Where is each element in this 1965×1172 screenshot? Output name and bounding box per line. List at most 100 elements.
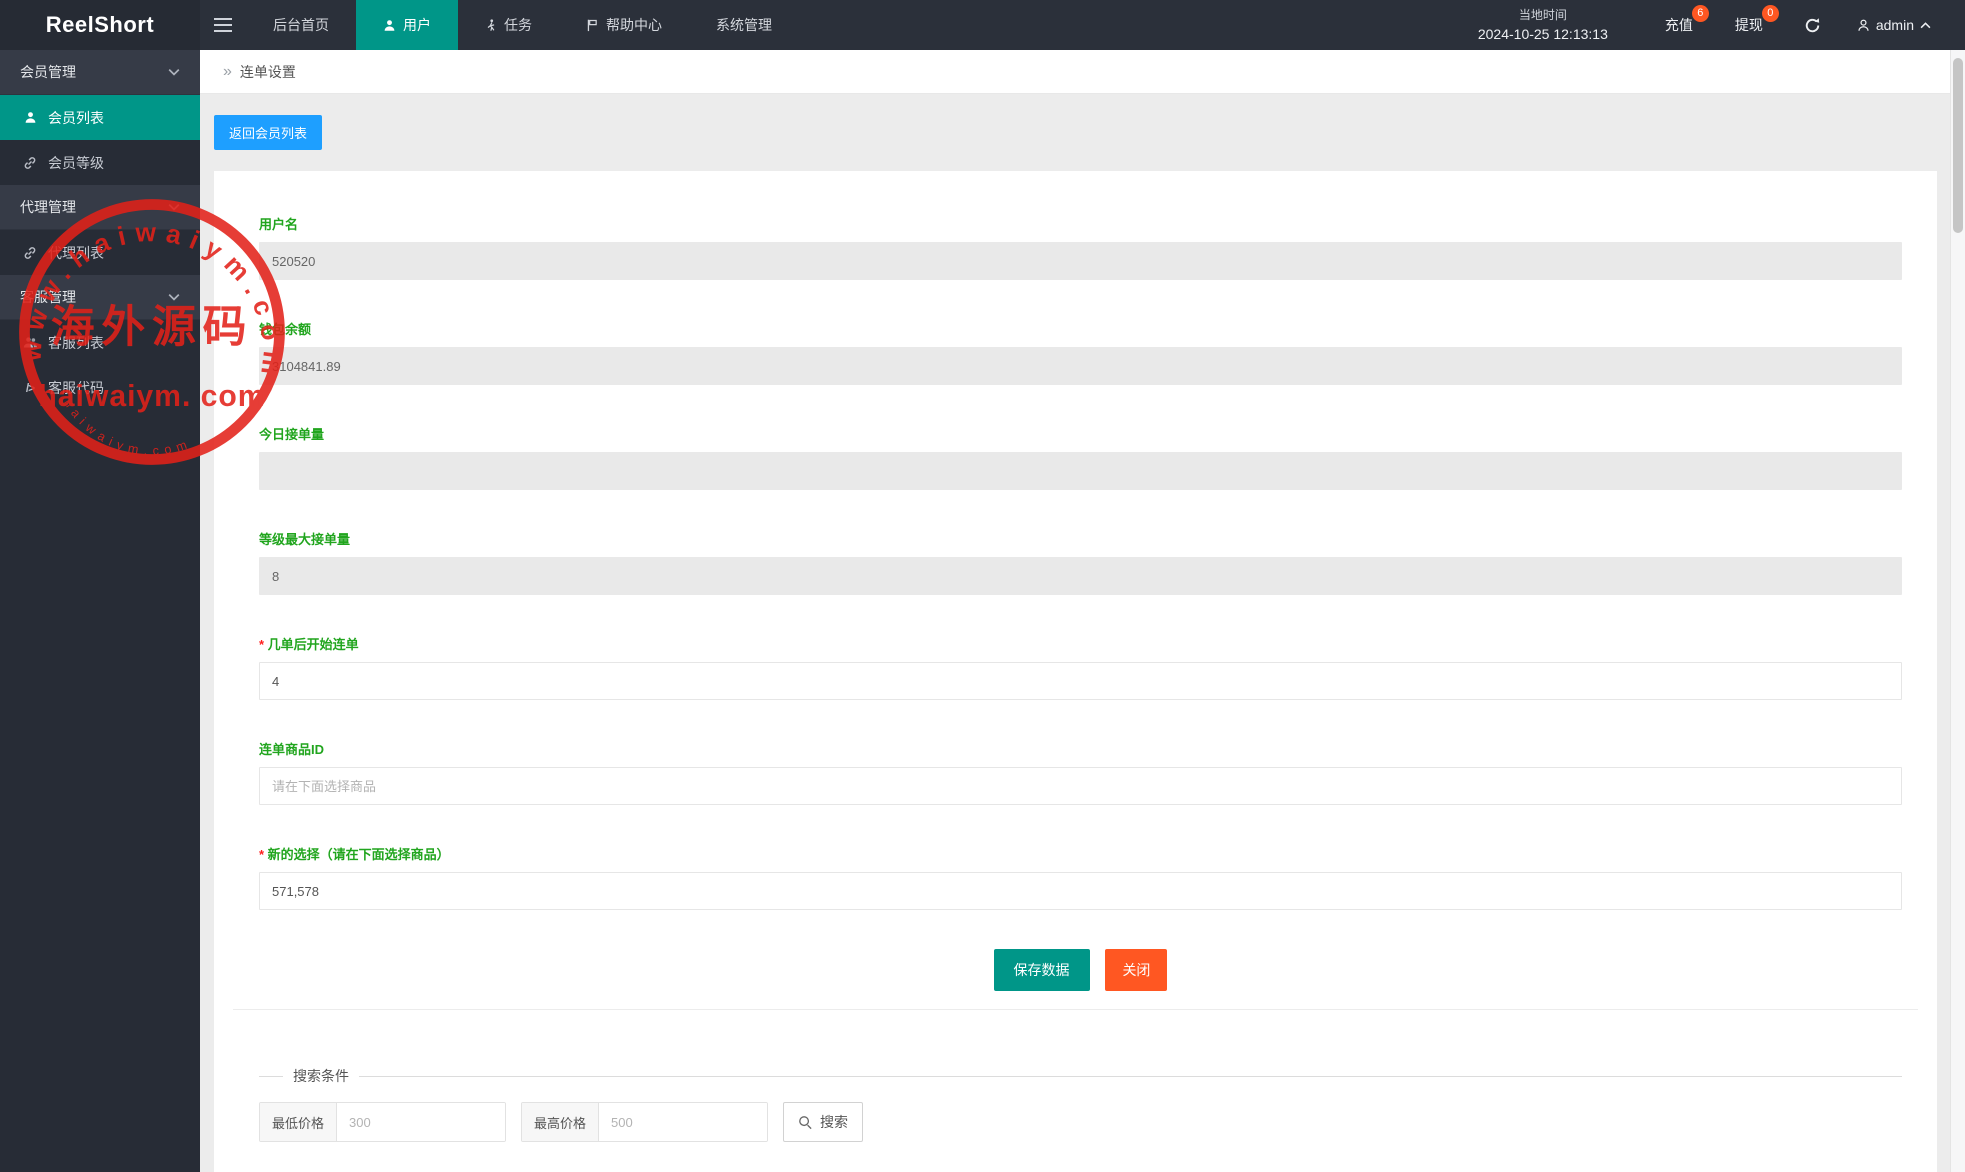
local-time-value: 2024-10-25 12:13:13 <box>1478 24 1608 45</box>
tab-tasks[interactable]: 任务 <box>458 0 559 50</box>
field-label: 新的选择（请在下面选择商品） <box>259 844 1902 863</box>
wallet-balance-input[interactable] <box>259 347 1902 385</box>
field-label: 连单商品ID <box>259 739 1902 758</box>
close-button[interactable]: 关闭 <box>1105 949 1167 991</box>
form-field-today-orders: 今日接单量 <box>259 424 1902 490</box>
sidebar-group-agent-management[interactable]: 代理管理 <box>0 185 200 230</box>
field-label: 等级最大接单量 <box>259 529 1902 548</box>
page-title: 连单设置 <box>240 62 296 82</box>
form-actions: 保存数据 关闭 <box>259 949 1902 991</box>
recharge-button[interactable]: 充值 6 <box>1665 15 1693 35</box>
orders-before-chain-input[interactable] <box>259 662 1902 700</box>
tab-label: 帮助中心 <box>606 15 662 35</box>
sidebar: 会员管理 会员列表 会员等级 代理管理 代理列表 客服管理 客服列表 /> 客服… <box>0 50 200 1172</box>
search-button-label: 搜索 <box>820 1112 848 1132</box>
person-icon <box>1857 19 1870 32</box>
walking-person-icon <box>485 18 497 32</box>
link-icon <box>22 156 38 170</box>
new-selection-input[interactable] <box>259 872 1902 910</box>
hamburger-icon <box>214 18 232 32</box>
field-label: 钱包余额 <box>259 319 1902 338</box>
divider <box>233 1009 1918 1010</box>
recharge-label: 充值 <box>1665 17 1693 33</box>
content-body: 返回会员列表 用户名 钱包余额 今日接单量 等级最大接单量 几单后开始连单 <box>200 94 1950 1172</box>
sidebar-item-label: 客服代码 <box>48 378 104 398</box>
chevron-down-icon <box>168 68 180 76</box>
main-content: » 连单设置 返回会员列表 用户名 钱包余额 今日接单量 等级最大接单量 <box>200 50 1950 1172</box>
back-to-member-list-button[interactable]: 返回会员列表 <box>214 115 322 150</box>
today-orders-input[interactable] <box>259 452 1902 490</box>
chevron-down-icon <box>168 203 180 211</box>
form-field-wallet-balance: 钱包余额 <box>259 319 1902 385</box>
flag-icon <box>586 18 599 32</box>
tab-system-management[interactable]: 系统管理 <box>689 0 799 50</box>
admin-menu[interactable]: admin <box>1857 17 1931 33</box>
tab-label: 后台首页 <box>273 15 329 35</box>
search-conditions-legend: 搜索条件 <box>283 1066 359 1086</box>
group-label: 客服管理 <box>20 287 76 307</box>
chevron-down-icon <box>168 293 180 301</box>
username-input[interactable] <box>259 242 1902 280</box>
sidebar-group-service-management[interactable]: 客服管理 <box>0 275 200 320</box>
refresh-button[interactable] <box>1804 17 1821 34</box>
form-field-orders-before-chain: 几单后开始连单 <box>259 634 1902 700</box>
top-navigation: 后台首页 用户 任务 帮助中心 系统管理 <box>246 0 799 50</box>
breadcrumb: » 连单设置 <box>200 50 1950 94</box>
scrollbar-thumb[interactable] <box>1953 58 1963 233</box>
max-price-input[interactable] <box>599 1103 767 1141</box>
user-icon <box>22 111 38 124</box>
sidebar-item-service-list[interactable]: 客服列表 <box>0 320 200 365</box>
withdraw-badge: 0 <box>1762 5 1779 22</box>
sidebar-item-member-list[interactable]: 会员列表 <box>0 95 200 140</box>
refresh-icon <box>1804 17 1821 34</box>
form-field-new-selection: 新的选择（请在下面选择商品） <box>259 844 1902 910</box>
search-row: 最低价格 最高价格 搜索 <box>259 1102 1902 1142</box>
users-icon <box>22 336 38 349</box>
sidebar-item-member-level[interactable]: 会员等级 <box>0 140 200 185</box>
tab-label: 任务 <box>504 15 532 35</box>
tab-users[interactable]: 用户 <box>356 0 458 50</box>
code-icon: /> <box>22 381 38 395</box>
tab-label: 用户 <box>403 15 431 35</box>
group-label: 会员管理 <box>20 62 76 82</box>
sidebar-item-agent-list[interactable]: 代理列表 <box>0 230 200 275</box>
tab-label: 系统管理 <box>716 15 772 35</box>
top-bar-right: 当地时间 2024-10-25 12:13:13 充值 6 提现 0 admin <box>1478 0 1965 50</box>
recharge-badge: 6 <box>1692 5 1709 22</box>
min-price-group: 最低价格 <box>259 1102 506 1142</box>
min-price-input[interactable] <box>337 1103 505 1141</box>
search-conditions-fieldset: 搜索条件 最低价格 最高价格 搜索 <box>259 1066 1902 1142</box>
admin-username: admin <box>1876 17 1914 33</box>
tab-help-center[interactable]: 帮助中心 <box>559 0 689 50</box>
form-field-username: 用户名 <box>259 214 1902 280</box>
chain-order-settings-panel: 用户名 钱包余额 今日接单量 等级最大接单量 几单后开始连单 连单商品ID <box>214 171 1937 1172</box>
sidebar-item-label: 客服列表 <box>48 333 104 353</box>
chevron-up-icon <box>1920 22 1931 29</box>
link-icon <box>22 246 38 260</box>
min-price-label: 最低价格 <box>260 1103 337 1141</box>
local-time-label: 当地时间 <box>1478 6 1608 24</box>
field-label: 今日接单量 <box>259 424 1902 443</box>
withdraw-label: 提现 <box>1735 17 1763 33</box>
field-label: 用户名 <box>259 214 1902 233</box>
group-label: 代理管理 <box>20 197 76 217</box>
withdraw-button[interactable]: 提现 0 <box>1735 15 1763 35</box>
sidebar-group-member-management[interactable]: 会员管理 <box>0 50 200 95</box>
form-field-level-max-orders: 等级最大接单量 <box>259 529 1902 595</box>
sidebar-item-service-code[interactable]: /> 客服代码 <box>0 365 200 410</box>
search-button[interactable]: 搜索 <box>783 1102 863 1142</box>
max-price-group: 最高价格 <box>521 1102 768 1142</box>
breadcrumb-arrow-icon: » <box>223 63 232 81</box>
level-max-orders-input[interactable] <box>259 557 1902 595</box>
page-scrollbar[interactable] <box>1950 50 1965 1172</box>
sidebar-item-label: 会员等级 <box>48 153 104 173</box>
save-button[interactable]: 保存数据 <box>994 949 1090 991</box>
tab-dashboard[interactable]: 后台首页 <box>246 0 356 50</box>
menu-toggle-button[interactable] <box>200 0 246 50</box>
user-icon <box>383 19 396 32</box>
sidebar-item-label: 会员列表 <box>48 108 104 128</box>
chain-product-id-input[interactable] <box>259 767 1902 805</box>
sidebar-item-label: 代理列表 <box>48 243 104 263</box>
top-bar: ReelShort 后台首页 用户 任务 帮助中心 系统管理 当地时间 2024… <box>0 0 1965 50</box>
form-field-chain-product-id: 连单商品ID <box>259 739 1902 805</box>
